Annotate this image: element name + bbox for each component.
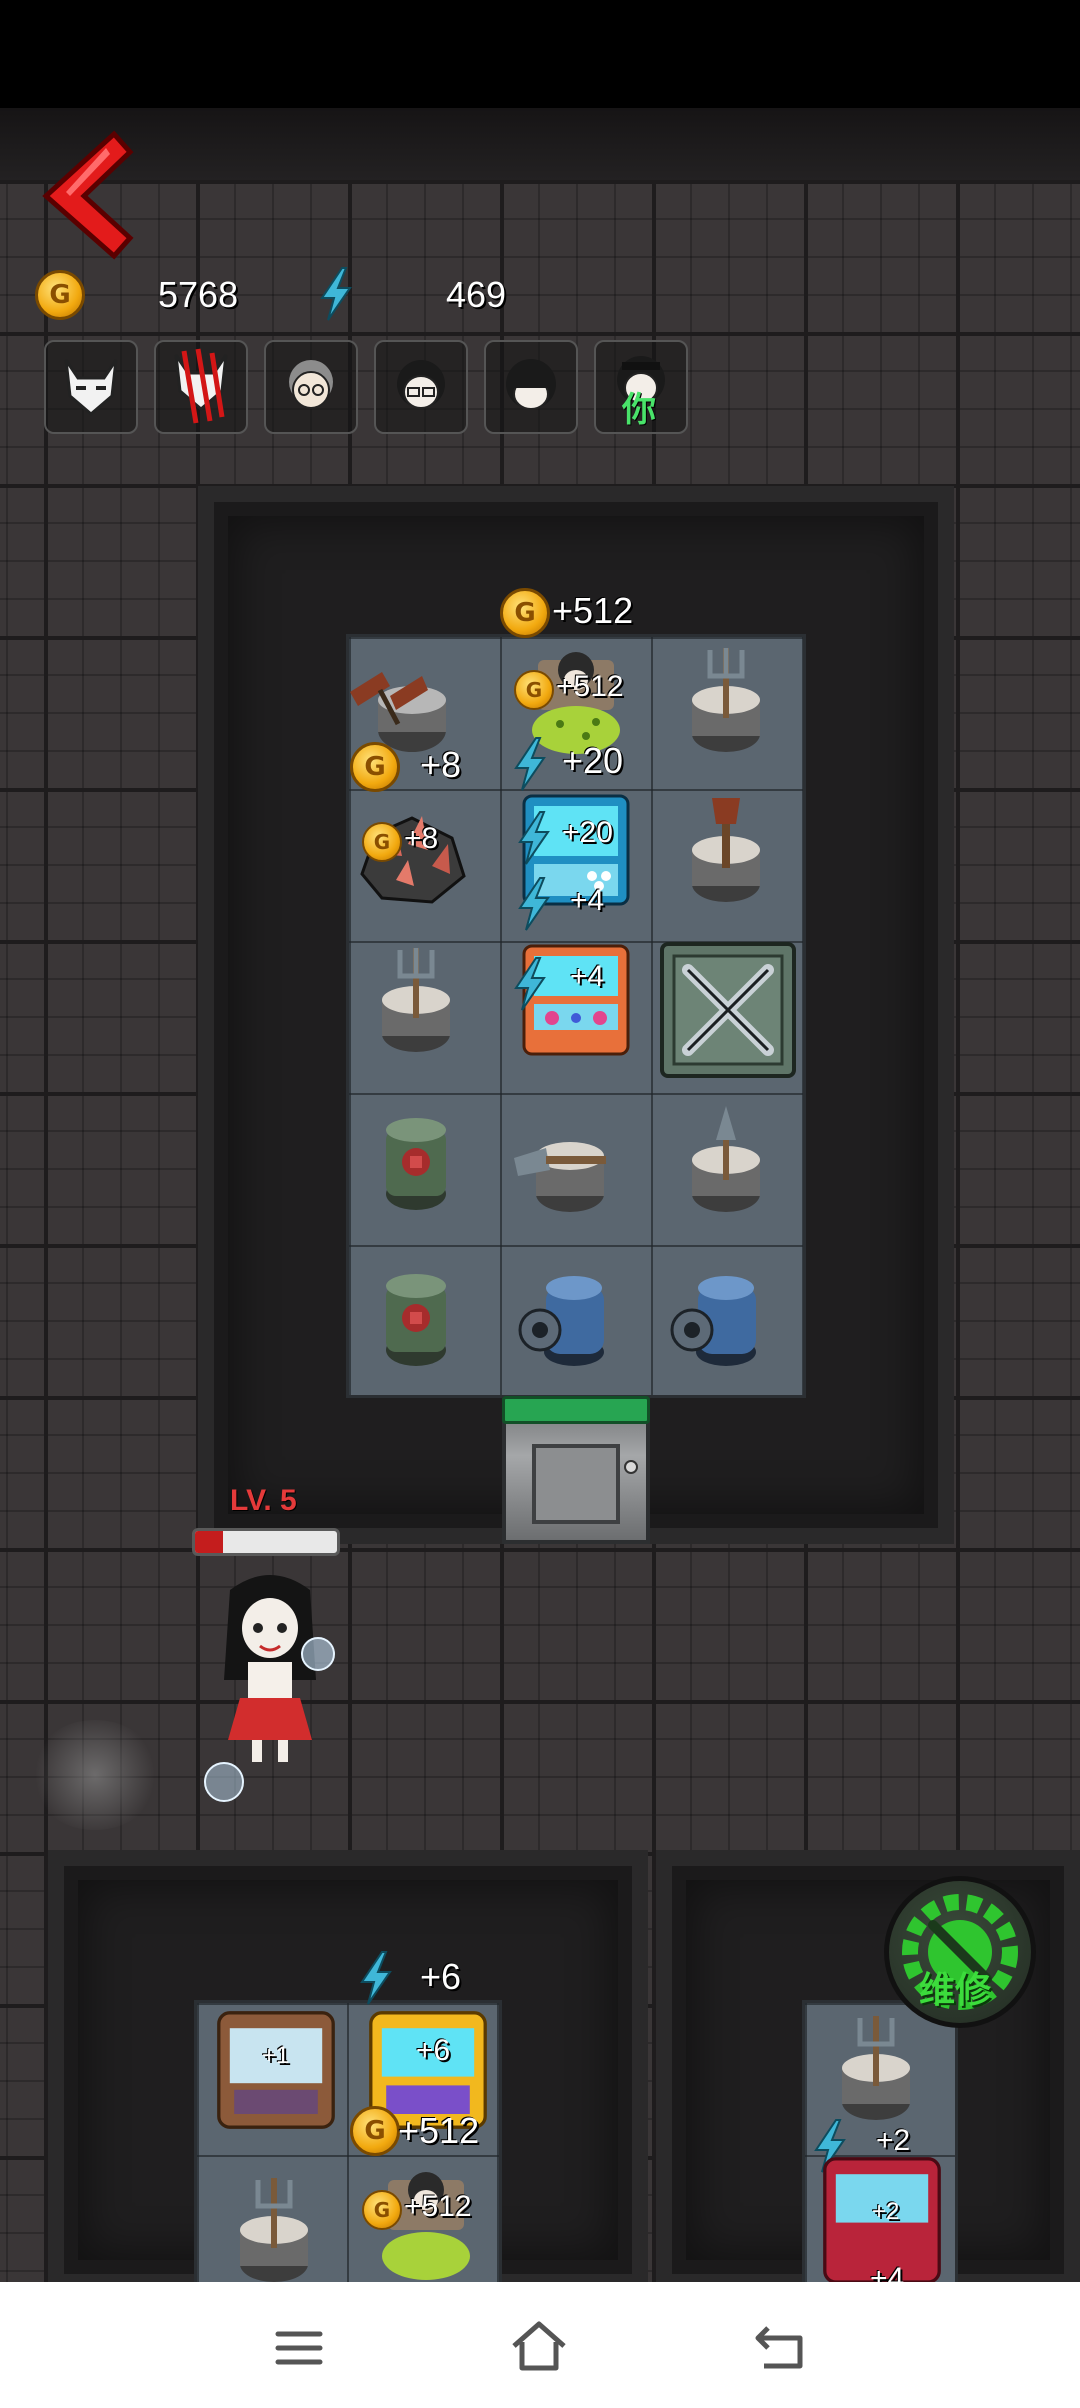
pitchfork-bucket-item[interactable] xyxy=(666,640,786,760)
gas-canister-item[interactable] xyxy=(356,1256,476,1376)
bubble-orb xyxy=(204,1762,244,1802)
player-level: LV. 5 xyxy=(230,1484,297,1517)
energy-icon xyxy=(360,1951,392,2005)
blue-generator-item[interactable] xyxy=(660,1256,780,1376)
coin-icon: G xyxy=(35,270,85,320)
coin-icon: G xyxy=(362,2190,402,2230)
pitchfork-bucket-item[interactable] xyxy=(356,940,476,1060)
portrait-grandma[interactable] xyxy=(264,340,358,434)
player-hp-bar xyxy=(192,1528,340,1556)
repair-button[interactable]: 维修 xyxy=(884,1876,1036,2028)
room-door[interactable] xyxy=(502,1396,650,1544)
blue-generator-item[interactable] xyxy=(508,1256,628,1376)
system-nav-bar xyxy=(0,2282,1080,2408)
energy-icon xyxy=(518,877,550,931)
coin-count: 5768 xyxy=(158,274,239,315)
coin-icon: G xyxy=(500,588,550,638)
bottom-left-energy-label: +6 xyxy=(420,1956,462,1997)
door-health-bar xyxy=(502,1396,650,1424)
portrait-fox-mask[interactable] xyxy=(44,340,138,434)
menu-icon[interactable] xyxy=(264,2312,334,2382)
repair-label: 维修 xyxy=(919,1969,992,2010)
home-icon[interactable] xyxy=(504,2312,574,2382)
portrait-girl-short-hair[interactable] xyxy=(484,340,578,434)
bottom-left-bed-coin: +512 xyxy=(404,2190,472,2223)
energy-icon xyxy=(514,737,546,791)
bed-coin-label: +512 xyxy=(556,670,624,703)
clawed-mask-icon xyxy=(174,348,228,424)
bottom-right-arcade-small: +2 xyxy=(872,2198,900,2225)
portrait-girl-glasses[interactable] xyxy=(374,340,468,434)
arcade2-energy-label: +4 xyxy=(570,960,605,993)
gas-canister-item[interactable] xyxy=(356,1100,476,1220)
pitchfork-bucket-item[interactable] xyxy=(816,2008,936,2128)
back-arrow-icon[interactable] xyxy=(36,130,136,260)
portrait-player-girl[interactable]: 你 xyxy=(594,340,688,434)
top-shade xyxy=(0,108,1080,180)
coin-icon: G xyxy=(514,670,554,710)
girl-glasses-icon xyxy=(397,360,445,409)
pitchfork-bucket-item[interactable] xyxy=(214,2170,334,2290)
energy-icon xyxy=(320,267,352,321)
arcade-energy-small-label: +4 xyxy=(570,884,605,917)
energy-icon xyxy=(518,811,550,865)
crystal-coin-small-label: +8 xyxy=(404,822,439,855)
bottom-left-coin-income: +512 xyxy=(398,2110,480,2151)
player-character[interactable] xyxy=(200,1570,340,1770)
door-knob xyxy=(624,1460,638,1474)
arcade-cabinet-wood-item[interactable] xyxy=(210,2004,342,2136)
smoke-cloud xyxy=(30,1720,160,1830)
fox-mask-icon xyxy=(64,359,118,416)
girl-short-hair-icon xyxy=(506,359,556,410)
player-tag: 你 xyxy=(622,391,656,429)
coin-icon: G xyxy=(350,2106,400,2156)
bottom-left-arcade-small: +1 xyxy=(262,2042,290,2069)
energy-icon xyxy=(514,957,546,1011)
back-icon[interactable] xyxy=(746,2312,816,2382)
bed-energy-label: +20 xyxy=(562,740,624,781)
portrait-clawed-mask[interactable] xyxy=(154,340,248,434)
grandma-icon xyxy=(289,360,333,409)
status-bar xyxy=(0,0,1080,108)
coin-icon: G xyxy=(350,742,400,792)
coin-icon: G xyxy=(362,822,402,862)
shovel-bucket-item[interactable] xyxy=(508,1100,628,1220)
arcade-energy-label: +20 xyxy=(562,816,613,849)
player-hp-fill xyxy=(195,1531,224,1553)
spade-bucket-item[interactable] xyxy=(666,1100,786,1220)
energy-count: 469 xyxy=(446,274,507,315)
door-panel xyxy=(532,1444,620,1524)
crystal-coin-label: +8 xyxy=(420,744,462,785)
broom-bucket-item[interactable] xyxy=(666,790,786,910)
tool-crate-item[interactable] xyxy=(658,940,798,1080)
bottom-left-arcade-label: +6 xyxy=(416,2034,451,2067)
room-coin-income: +512 xyxy=(552,590,634,631)
